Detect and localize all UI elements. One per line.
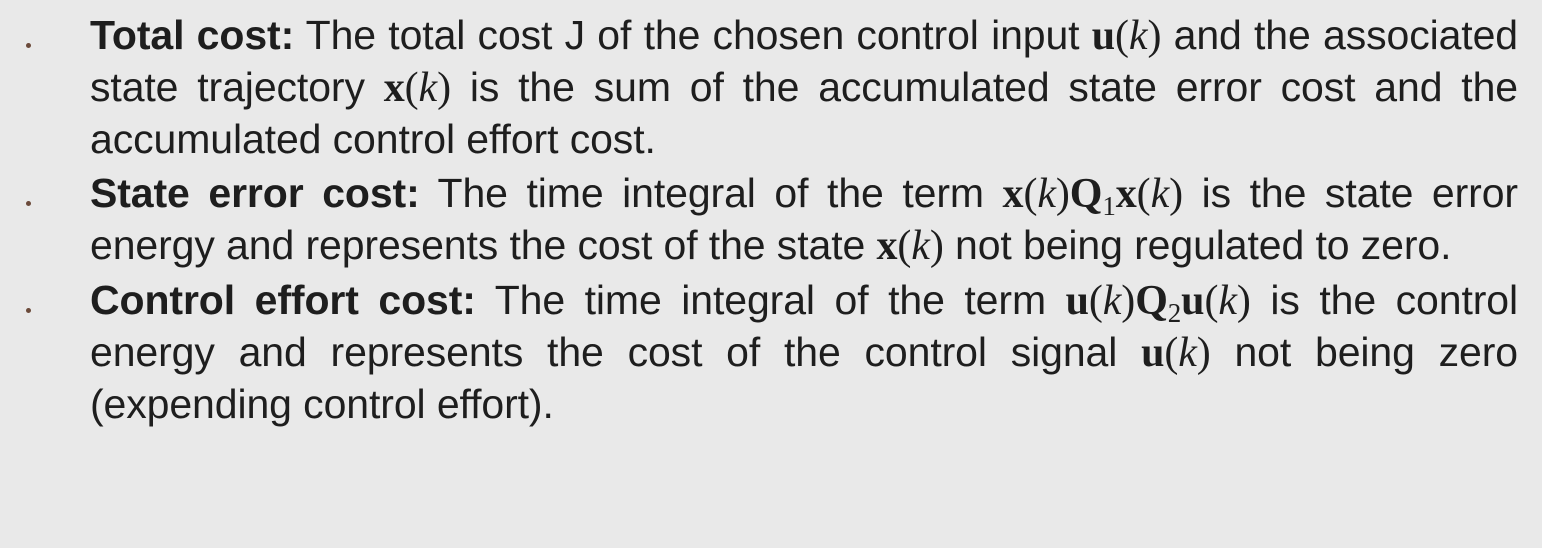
bullet-total-cost: Total cost: The total cost J of the chos… — [0, 10, 1542, 165]
text-segment: The total cost J of the chosen control i… — [294, 12, 1092, 58]
text-segment: not being regulated to zero. — [943, 222, 1452, 268]
bullet-dot-icon — [26, 43, 31, 48]
bullet-state-error-cost: State error cost: The time integral of t… — [0, 168, 1542, 272]
bullet-text: Control effort cost: The time integral o… — [90, 275, 1518, 430]
bullet-list: Total cost: The total cost J of the chos… — [0, 10, 1542, 433]
bullet-text: Total cost: The total cost J of the chos… — [90, 10, 1518, 165]
math-u-of-k: u(k) — [1091, 13, 1162, 59]
bullet-dot-icon — [26, 308, 31, 313]
bullet-term: Total cost: — [90, 12, 295, 58]
bullet-term: Control effort cost: — [90, 277, 476, 323]
math-u-of-k: u(k) — [1141, 330, 1211, 376]
bullet-dot-icon — [26, 201, 31, 206]
math-x-of-k: x(k) — [876, 223, 944, 269]
bullet-term: State error cost: — [90, 170, 420, 216]
math-u-q2-u: u(k)Q2u(k) — [1065, 278, 1251, 328]
slide: Total cost: The total cost J of the chos… — [0, 0, 1542, 548]
math-x-q1-x: x(k)Q1x(k) — [1002, 171, 1184, 221]
text-segment: The time integral of the term — [419, 170, 1003, 216]
bullet-control-effort-cost: Control effort cost: The time integral o… — [0, 275, 1542, 430]
text-segment: The time integral of the term — [475, 277, 1066, 323]
math-x-of-k: x(k) — [383, 65, 451, 111]
bullet-text: State error cost: The time integral of t… — [90, 168, 1518, 272]
